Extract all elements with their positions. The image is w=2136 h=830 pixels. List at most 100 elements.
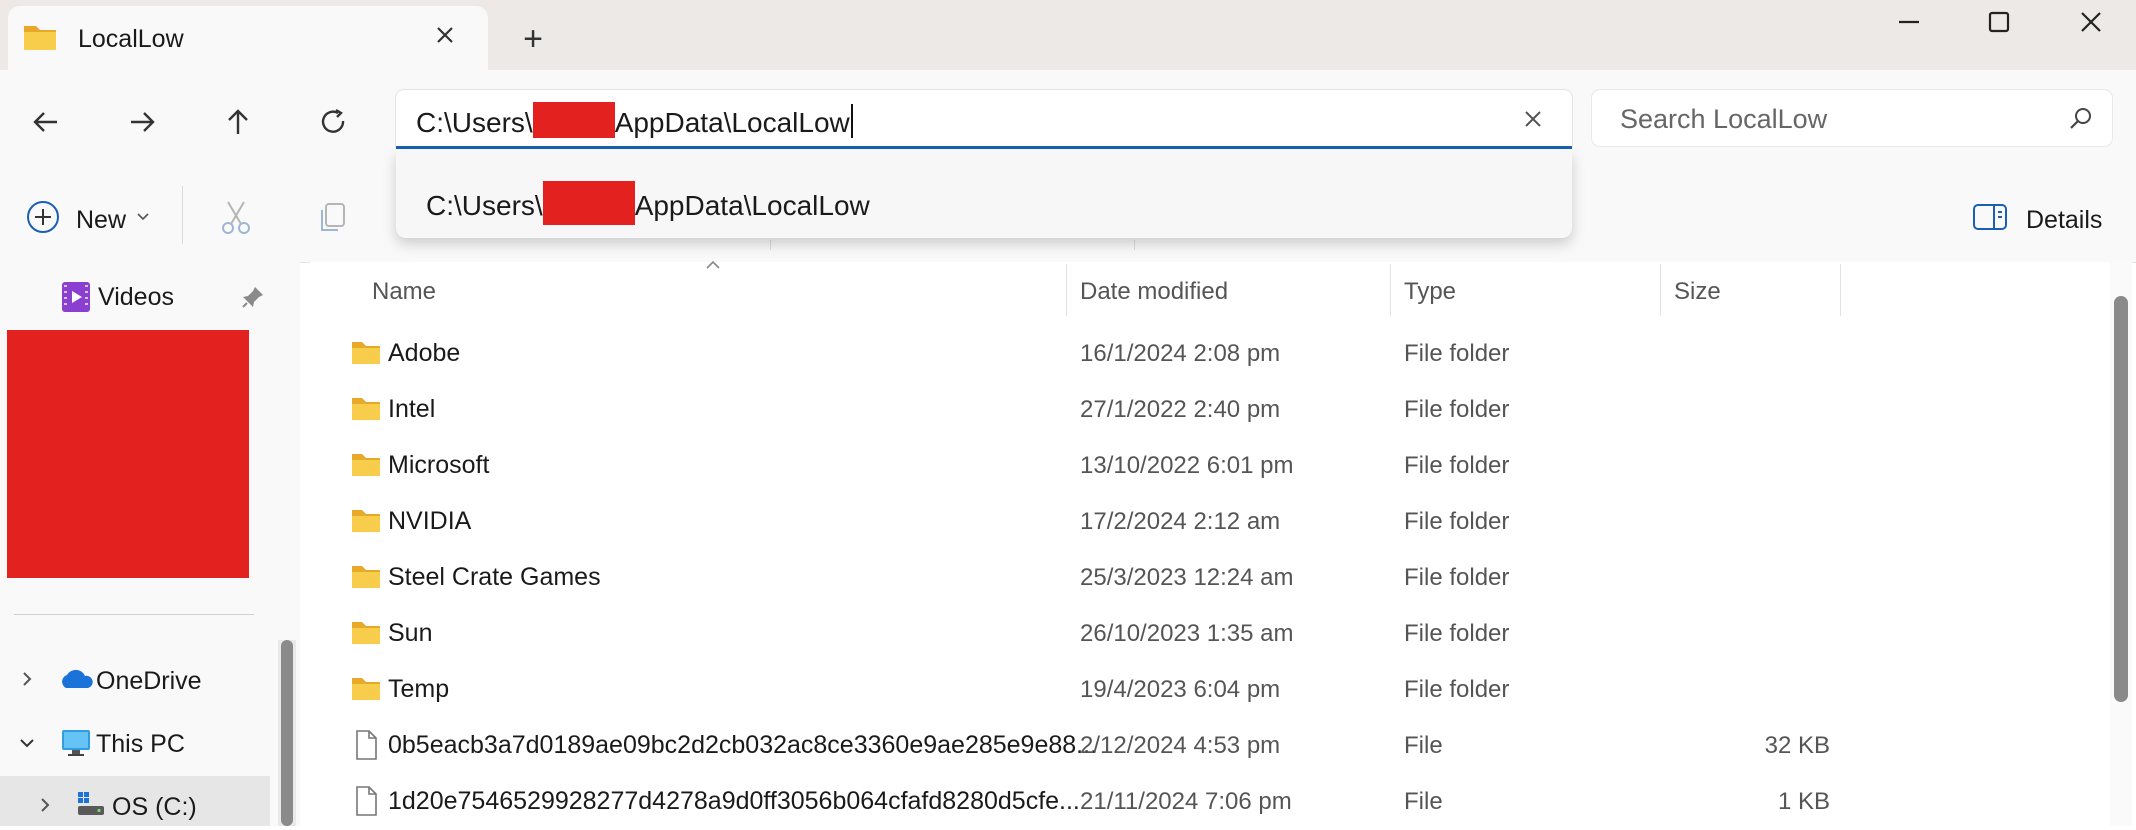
new-tab-button[interactable]: + (516, 22, 550, 56)
file-date: 17/2/2024 2:12 am (1080, 508, 1281, 535)
column-divider[interactable] (1660, 264, 1661, 316)
back-button[interactable] (22, 98, 70, 146)
close-icon (2081, 12, 2101, 32)
chevron-down-icon[interactable] (136, 210, 150, 224)
refresh-icon (321, 108, 345, 133)
folder-icon (350, 618, 382, 648)
videos-icon (62, 282, 90, 312)
arrow-up-icon (228, 109, 248, 134)
file-list-scroll-thumb[interactable] (2114, 296, 2128, 702)
folder-icon (350, 450, 382, 480)
file-row[interactable]: Steel Crate Games 25/3/2023 12:24 am File … (330, 550, 1890, 606)
folder-icon (24, 26, 56, 50)
toolbar-divider (1134, 240, 1135, 250)
toolbar-divider (182, 186, 183, 244)
new-button[interactable]: New (76, 206, 126, 235)
file-icon (350, 730, 382, 760)
file-type: File folder (1404, 452, 1510, 479)
file-date: 21/11/2024 7:06 pm (1080, 788, 1292, 815)
address-input[interactable]: C:\Users\ AppData\LocalLow (416, 102, 853, 139)
sidebar-scroll-thumb[interactable] (281, 640, 293, 826)
file-date: 27/1/2022 2:40 pm (1080, 396, 1281, 423)
drive-icon (78, 792, 104, 815)
file-type: File folder (1404, 340, 1510, 367)
file-row[interactable]: 0b5eacb3a7d0189ae09bc2d2cb032ac8ce3360e9… (330, 718, 1890, 774)
file-date: 25/3/2023 12:24 am (1080, 564, 1294, 591)
suggestion-item[interactable]: C:\Users\ AppData\LocalLow (426, 181, 870, 225)
chevron-down-icon[interactable] (18, 734, 36, 752)
tab-title: LocalLow (78, 25, 184, 53)
file-row[interactable]: NVIDIA 17/2/2024 2:12 am File folder (330, 494, 1890, 550)
column-header-size[interactable]: Size (1674, 278, 1721, 306)
folder-icon (350, 562, 382, 592)
address-path-prefix: C:\Users\ (416, 107, 533, 138)
sidebar-item-videos[interactable]: Videos (98, 283, 174, 312)
close-window-button[interactable] (2046, 0, 2136, 44)
toolbar-divider (770, 240, 771, 250)
chevron-right-icon[interactable] (36, 796, 54, 814)
close-tab-icon[interactable] (430, 20, 460, 50)
file-icon (350, 786, 382, 816)
arrow-right-icon (131, 112, 155, 132)
sidebar-item-this-pc[interactable]: This PC (96, 730, 185, 759)
folder-icon (350, 338, 382, 368)
file-row[interactable]: 1d20e7546529928277d4278a9d0ff3056b064cfa… (330, 774, 1890, 830)
refresh-button[interactable] (310, 98, 358, 146)
pin-icon[interactable] (240, 284, 266, 310)
column-divider[interactable] (1840, 264, 1841, 316)
details-pane-icon[interactable] (1972, 202, 2008, 232)
redacted-region (7, 330, 249, 578)
column-header-name[interactable]: Name (372, 278, 436, 306)
folder-icon (350, 394, 382, 424)
clear-icon[interactable] (1516, 102, 1550, 136)
column-header-date[interactable]: Date modified (1080, 278, 1228, 306)
maximize-button[interactable] (1954, 0, 2044, 44)
file-date: 2/12/2024 4:53 pm (1080, 732, 1281, 759)
suggestion-suffix: AppData\LocalLow (634, 190, 870, 221)
add-circle-icon[interactable] (24, 198, 62, 236)
file-size: 1 KB (1777, 788, 1830, 815)
text-caret (850, 104, 853, 138)
address-path-suffix: AppData\LocalLow (614, 107, 850, 138)
cut-icon[interactable] (218, 198, 254, 236)
folder-icon (350, 674, 382, 704)
file-date: 19/4/2023 6:04 pm (1080, 676, 1281, 703)
file-type: File (1404, 732, 1443, 759)
copy-icon[interactable] (314, 198, 350, 236)
address-focus-underline (396, 146, 1572, 149)
column-divider[interactable] (1390, 264, 1391, 316)
os-drive-label: OS (C:) (112, 793, 197, 821)
minimize-button[interactable] (1864, 0, 1954, 44)
file-row[interactable]: Temp 19/4/2023 6:04 pm File folder (330, 662, 1890, 718)
search-input[interactable]: Search LocalLow (1620, 104, 1827, 135)
up-button[interactable] (214, 98, 262, 146)
forward-button[interactable] (118, 98, 166, 146)
file-row[interactable]: Intel 27/1/2022 2:40 pm File folder (330, 382, 1890, 438)
sidebar-divider (14, 614, 254, 615)
file-type: File folder (1404, 564, 1510, 591)
suggestion-prefix: C:\Users\ (426, 190, 543, 221)
maximize-icon (1988, 11, 2010, 33)
file-type: File folder (1404, 620, 1510, 647)
folder-icon (350, 506, 382, 536)
file-size: 32 KB (1764, 732, 1830, 759)
search-icon[interactable] (2066, 104, 2096, 134)
chevron-right-icon[interactable] (18, 670, 36, 688)
onedrive-icon (62, 669, 93, 688)
file-row[interactable]: Sun 26/10/2023 1:35 am File folder (330, 606, 1890, 662)
minimize-icon (1899, 20, 1919, 24)
arrow-left-icon (33, 112, 57, 132)
sort-ascending-icon (706, 260, 720, 269)
file-date: 26/10/2023 1:35 am (1080, 620, 1294, 647)
sidebar-item-onedrive[interactable]: OneDrive (96, 667, 202, 696)
computer-icon (62, 730, 90, 756)
file-row[interactable]: Adobe 16/1/2024 2:08 pm File folder (330, 326, 1890, 382)
file-row[interactable]: Microsoft 13/10/2022 6:01 pm File folder (330, 438, 1890, 494)
column-divider[interactable] (1066, 264, 1067, 316)
file-date: 16/1/2024 2:08 pm (1080, 340, 1281, 367)
column-header-type[interactable]: Type (1404, 278, 1456, 306)
file-type: File (1404, 788, 1443, 815)
file-date: 13/10/2022 6:01 pm (1080, 452, 1294, 479)
file-type: File folder (1404, 396, 1510, 423)
details-button[interactable]: Details (2026, 206, 2102, 235)
